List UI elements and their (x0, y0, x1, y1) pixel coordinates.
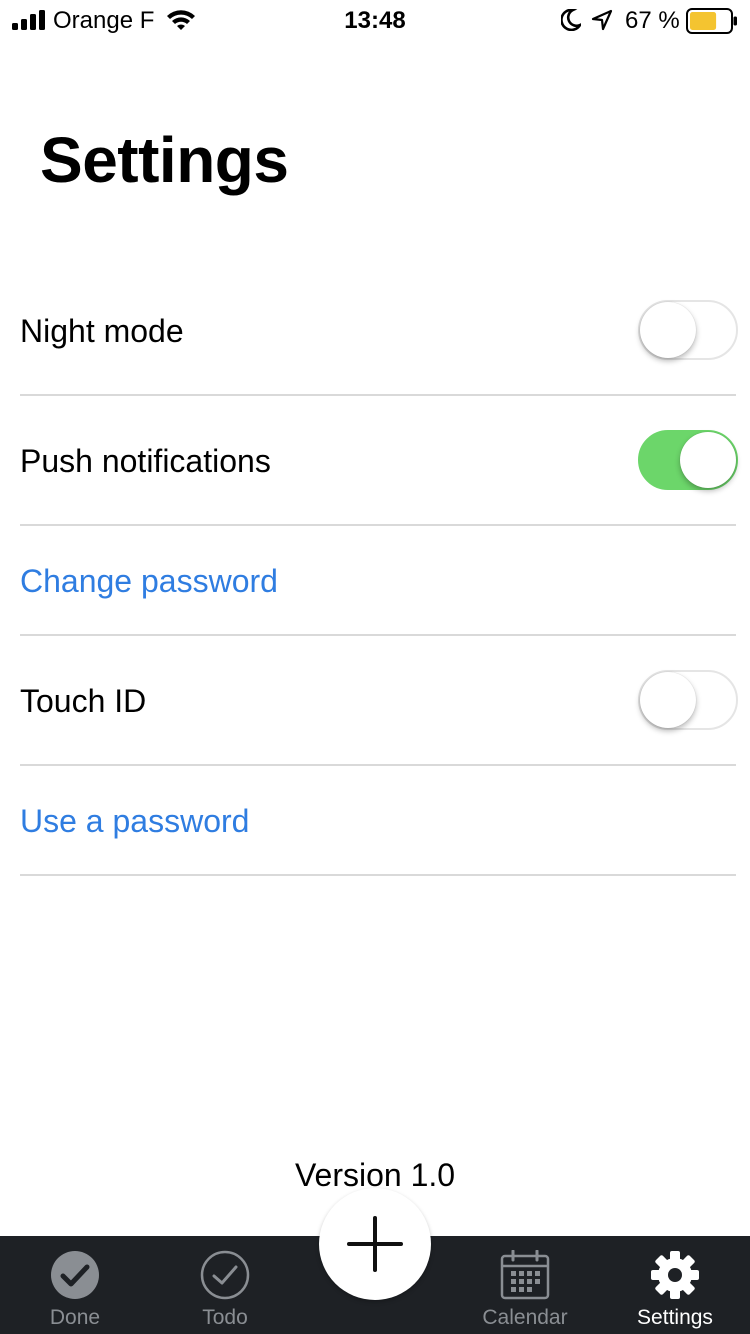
calendar-icon (500, 1250, 550, 1300)
push-notifications-label: Push notifications (20, 443, 271, 479)
tab-done[interactable]: Done (0, 1236, 150, 1334)
add-button[interactable] (319, 1188, 431, 1300)
tab-todo[interactable]: Todo (150, 1236, 300, 1334)
location-arrow-icon (591, 9, 613, 31)
tab-label: Done (49, 1306, 101, 1329)
touch-id-label: Touch ID (20, 683, 147, 719)
tab-label: Calendar (482, 1306, 568, 1329)
gear-icon (651, 1251, 699, 1299)
toggle-knob (680, 432, 736, 488)
page-title: Settings (40, 124, 289, 196)
night-mode-toggle[interactable] (638, 300, 738, 360)
tab-calendar[interactable]: Calendar (450, 1236, 600, 1334)
check-filled-icon (51, 1251, 99, 1299)
push-notifications-toggle[interactable] (638, 430, 738, 490)
moon-icon (561, 9, 581, 31)
battery-level (690, 12, 717, 30)
use-password-row[interactable]: Use a password (20, 766, 736, 876)
toggle-knob (640, 672, 696, 728)
settings-screen: Orange F 13:48 67 % Settings Night mode … (0, 0, 750, 1334)
change-password-link[interactable]: Change password (20, 561, 278, 601)
battery-percentage: 67 % (625, 7, 680, 34)
touch-id-row: Touch ID (20, 636, 738, 766)
tab-label: Todo (202, 1306, 248, 1329)
change-password-row[interactable]: Change password (20, 526, 736, 636)
check-outline-icon (200, 1250, 250, 1300)
night-mode-label: Night mode (20, 313, 184, 349)
plus-icon (347, 1216, 403, 1272)
tab-label: Settings (637, 1306, 713, 1329)
use-password-link[interactable]: Use a password (20, 801, 249, 841)
tab-settings[interactable]: Settings (600, 1236, 750, 1334)
night-mode-row: Night mode (20, 266, 738, 396)
toggle-knob (640, 302, 696, 358)
touch-id-toggle[interactable] (638, 670, 738, 730)
push-notifications-row: Push notifications (20, 396, 738, 526)
battery-icon (686, 8, 737, 34)
status-bar: Orange F 13:48 67 % (0, 0, 750, 40)
